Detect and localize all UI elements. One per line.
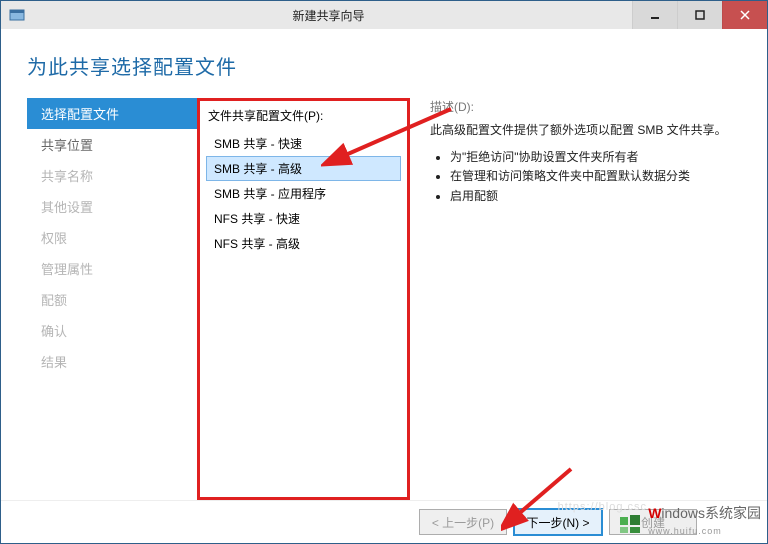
- profile-list-label: 文件共享配置文件(P):: [208, 107, 401, 124]
- page-title: 为此共享选择配置文件: [1, 29, 767, 98]
- profile-list[interactable]: SMB 共享 - 快速SMB 共享 - 高级SMB 共享 - 应用程序NFS 共…: [206, 130, 401, 256]
- sidebar-step-2: 共享名称: [27, 160, 197, 191]
- window-buttons: [632, 1, 767, 29]
- body: 选择配置文件共享位置共享名称其他设置权限管理属性配额确认结果 文件共享配置文件(…: [1, 98, 767, 500]
- sidebar-step-6: 配额: [27, 284, 197, 315]
- watermark-text: Windows系统家园 www.huifu.com: [648, 503, 761, 537]
- close-button[interactable]: [722, 1, 767, 29]
- profile-item-4[interactable]: NFS 共享 - 高级: [206, 231, 401, 256]
- app-icon: [9, 7, 25, 23]
- description-bullet-0: 为"拒绝访问"协助设置文件夹所有者: [450, 148, 741, 167]
- profile-box: 文件共享配置文件(P): SMB 共享 - 快速SMB 共享 - 高级SMB 共…: [197, 98, 410, 500]
- watermark-text-rest: indows系统家园: [661, 505, 761, 521]
- description-panel: 描述(D): 此高级配置文件提供了额外选项以配置 SMB 文件共享。 为"拒绝访…: [430, 98, 741, 500]
- sidebar-step-4: 权限: [27, 222, 197, 253]
- wizard-window: 新建共享向导 为此共享选择配置文件 选择配置文件共享位置共享名称其他设置权限管理…: [0, 0, 768, 544]
- sidebar-step-5: 管理属性: [27, 253, 197, 284]
- watermark-logo-icon: [618, 511, 644, 537]
- description-bullet-1: 在管理和访问策略文件夹中配置默认数据分类: [450, 167, 741, 186]
- watermark: Windows系统家园 www.huifu.com: [618, 503, 761, 537]
- description-body: 此高级配置文件提供了额外选项以配置 SMB 文件共享。 为"拒绝访问"协助设置文…: [430, 121, 741, 206]
- content-area: 为此共享选择配置文件 选择配置文件共享位置共享名称其他设置权限管理属性配额确认结…: [1, 29, 767, 543]
- description-bullet-2: 启用配额: [450, 187, 741, 206]
- window-title: 新建共享向导: [25, 7, 632, 24]
- titlebar: 新建共享向导: [1, 1, 767, 30]
- sidebar-step-1[interactable]: 共享位置: [27, 129, 197, 160]
- profile-item-0[interactable]: SMB 共享 - 快速: [206, 131, 401, 156]
- watermark-text-prefix: W: [648, 505, 661, 521]
- description-label: 描述(D):: [430, 98, 741, 115]
- step-sidebar: 选择配置文件共享位置共享名称其他设置权限管理属性配额确认结果: [27, 98, 197, 500]
- sidebar-step-3: 其他设置: [27, 191, 197, 222]
- maximize-button[interactable]: [677, 1, 722, 29]
- sidebar-step-8: 结果: [27, 346, 197, 377]
- sidebar-step-7: 确认: [27, 315, 197, 346]
- sidebar-step-0[interactable]: 选择配置文件: [27, 98, 197, 129]
- profile-item-1[interactable]: SMB 共享 - 高级: [206, 156, 401, 181]
- description-intro: 此高级配置文件提供了额外选项以配置 SMB 文件共享。: [430, 121, 741, 140]
- prev-button[interactable]: < 上一步(P): [419, 509, 507, 535]
- watermark-subtext: www.huifu.com: [648, 526, 722, 536]
- profile-item-2[interactable]: SMB 共享 - 应用程序: [206, 181, 401, 206]
- minimize-button[interactable]: [632, 1, 677, 29]
- main-panel: 文件共享配置文件(P): SMB 共享 - 快速SMB 共享 - 高级SMB 共…: [197, 98, 741, 500]
- description-bullets: 为"拒绝访问"协助设置文件夹所有者在管理和访问策略文件夹中配置默认数据分类启用配…: [434, 148, 741, 206]
- profile-item-3[interactable]: NFS 共享 - 快速: [206, 206, 401, 231]
